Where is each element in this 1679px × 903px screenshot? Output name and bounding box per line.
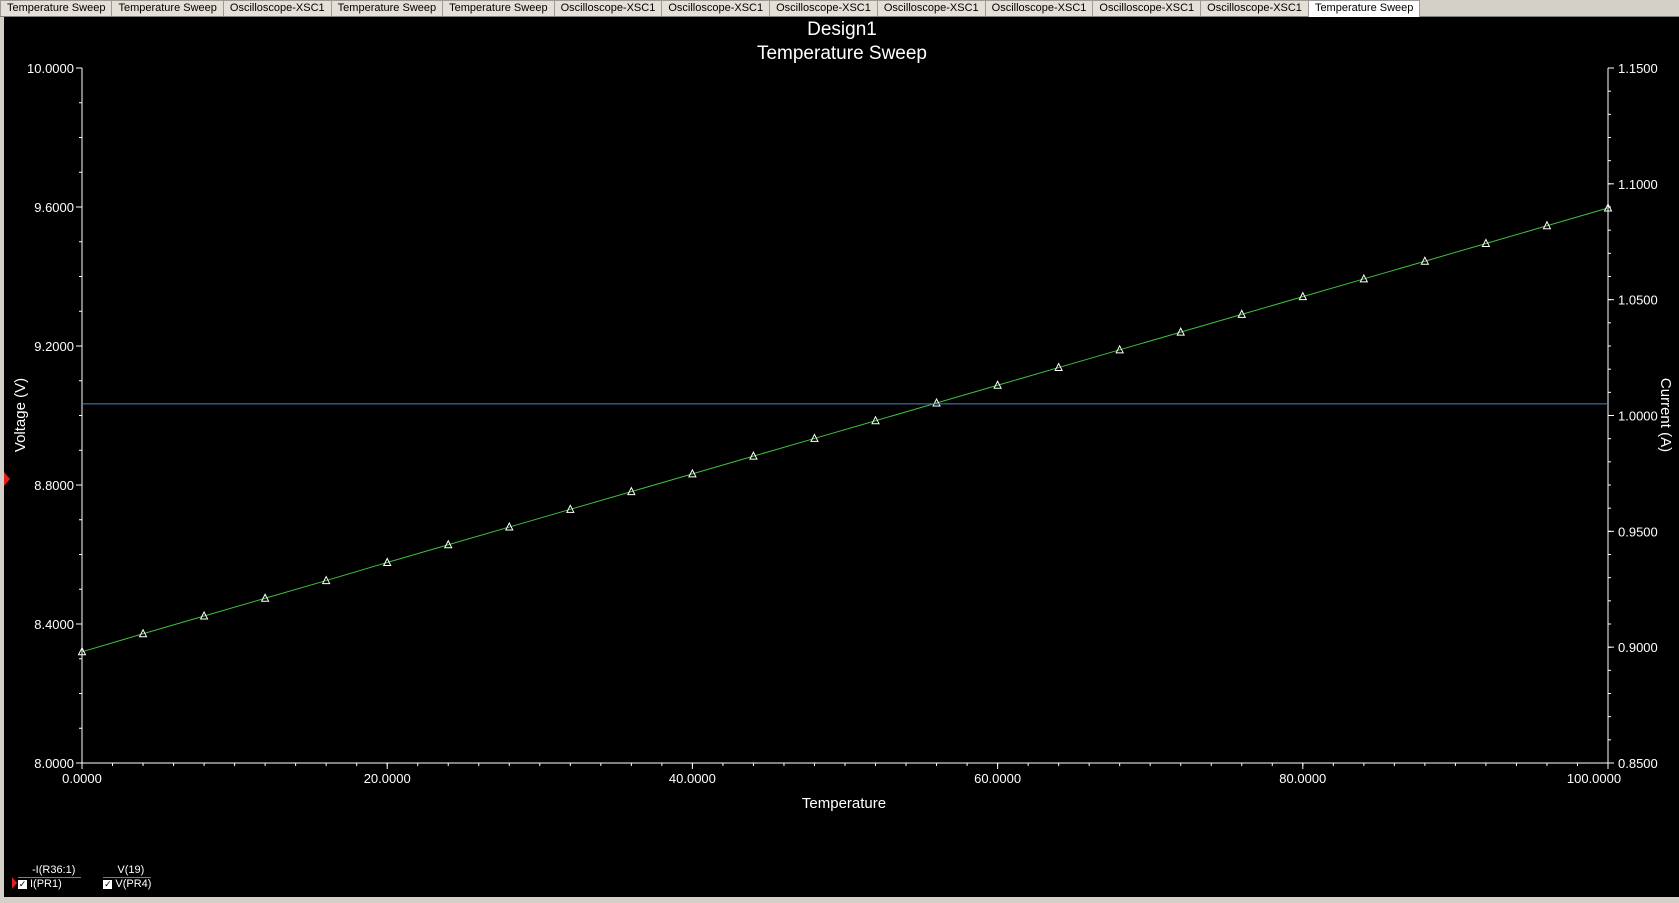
tab-8[interactable]: Oscilloscope-XSC1 — [876, 0, 986, 16]
x-tick-label: 0.0000 — [62, 771, 102, 786]
trace-legend: -I(R36:1) ✓ I(PR1) V(19) ✓ V(PR4) — [18, 864, 152, 891]
tab-1[interactable]: Temperature Sweep — [111, 0, 224, 16]
y2-tick-label: 0.8500 — [1618, 756, 1658, 771]
y-tick-label: 9.2000 — [34, 339, 74, 354]
y-tick-label: 8.4000 — [34, 617, 74, 632]
y2-tick-label: 0.9000 — [1618, 640, 1658, 655]
x-tick-label: 100.0000 — [1567, 771, 1621, 786]
legend-trace-name: V(19) — [103, 864, 152, 878]
tab-4[interactable]: Temperature Sweep — [442, 0, 555, 16]
legend-checkbox[interactable]: ✓ — [18, 880, 27, 889]
y2-tick-label: 1.1500 — [1618, 61, 1658, 76]
tab-3[interactable]: Temperature Sweep — [330, 0, 444, 16]
y-tick-label: 10.0000 — [27, 61, 74, 76]
legend-probe-name: V(PR4) — [115, 878, 152, 890]
tab-6[interactable]: Oscilloscope-XSC1 — [661, 0, 771, 16]
x-axis-label: Temperature — [802, 795, 886, 812]
tab-5[interactable]: Oscilloscope-XSC1 — [553, 0, 663, 16]
tab-9[interactable]: Oscilloscope-XSC1 — [984, 0, 1094, 16]
legend-entry[interactable]: -I(R36:1) ✓ I(PR1) — [18, 864, 82, 891]
chart-title: Design1 — [807, 19, 877, 40]
y-tick-label: 9.6000 — [34, 200, 74, 215]
temperature-sweep-chart[interactable]: Design1 Temperature Sweep Temperature Volta… — [4, 17, 1679, 897]
tab-7[interactable]: Oscilloscope-XSC1 — [769, 0, 878, 16]
legend-checkbox[interactable]: ✓ — [103, 880, 113, 889]
y-tick-label: 8.0000 — [34, 756, 74, 771]
tab-0[interactable]: Temperature Sweep — [0, 0, 113, 16]
y2-tick-label: 1.1000 — [1618, 177, 1658, 192]
tab-10[interactable]: Oscilloscope-XSC1 — [1092, 0, 1202, 16]
grapher-plot-area[interactable]: Design1 Temperature Sweep Temperature Volta… — [0, 17, 1679, 897]
tab-11[interactable]: Oscilloscope-XSC1 — [1200, 0, 1309, 16]
y2-axis-label: Current (A) — [1657, 378, 1674, 452]
x-tick-label: 60.0000 — [974, 771, 1021, 786]
series-line-0 — [81, 207, 1609, 653]
active-trace-marker-icon — [4, 472, 10, 486]
legend-entry[interactable]: V(19) ✓ V(PR4) — [103, 864, 152, 891]
x-tick-label: 80.0000 — [1279, 771, 1326, 786]
legend-selection-marker-icon — [12, 877, 17, 889]
legend-probe-name: I(PR1) — [30, 878, 62, 890]
tab-2[interactable]: Oscilloscope-XSC1 — [222, 0, 332, 16]
y2-tick-label: 1.0000 — [1618, 409, 1658, 424]
y-tick-label: 8.8000 — [34, 478, 74, 493]
legend-trace-name: -I(R36:1) — [18, 864, 82, 878]
tab-bar: Temperature Sweep Temperature Sweep Oscill… — [0, 0, 1679, 17]
y2-tick-label: 1.0500 — [1618, 293, 1658, 308]
tab-12[interactable]: Temperature Sweep — [1307, 0, 1421, 17]
chart-subtitle: Temperature Sweep — [757, 43, 927, 64]
y-axis-label: Voltage (V) — [12, 378, 29, 452]
x-tick-label: 40.0000 — [669, 771, 716, 786]
x-tick-label: 20.0000 — [364, 771, 411, 786]
y2-tick-label: 0.9500 — [1618, 524, 1658, 539]
